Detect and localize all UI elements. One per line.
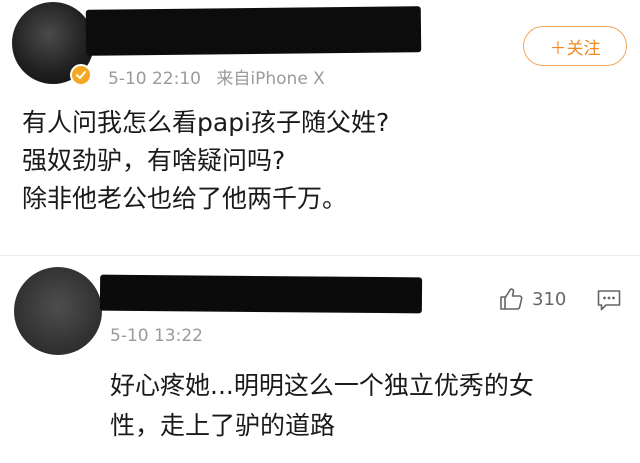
like-button[interactable]: 310 <box>498 286 566 312</box>
verified-check-icon <box>76 71 86 79</box>
commenter-avatar[interactable] <box>14 267 102 355</box>
post-body: 有人问我怎么看papi孩子随父姓? 强奴劲驴，有啥疑问吗? 除非他老公也给了他两… <box>22 104 389 218</box>
post-line: 除非他老公也给了他两千万。 <box>22 184 348 213</box>
follow-button[interactable]: ＋关注 <box>523 26 627 66</box>
comment-line: 性，走上了驴的道路 <box>110 411 336 440</box>
comment-timestamp: 5-10 13:22 <box>110 326 203 346</box>
divider <box>0 255 640 256</box>
comment-icon[interactable] <box>596 288 622 312</box>
post-line: 有人问我怎么看papi孩子随父姓? <box>22 108 390 137</box>
verified-badge-icon <box>70 64 92 86</box>
redacted-commenter-name <box>99 274 423 314</box>
post-timestamp: 5-10 22:10 <box>108 69 201 89</box>
post-source: 来自iPhone X <box>216 69 325 89</box>
post-meta: 5-10 22:10 来自iPhone X <box>108 64 325 89</box>
comment-body: 好心疼她...明明这么一个独立优秀的女 性，走上了驴的道路 <box>110 366 610 446</box>
redacted-username <box>85 6 422 56</box>
thumbs-up-icon <box>500 288 523 310</box>
comment-line: 好心疼她...明明这么一个独立优秀的女 <box>110 371 534 400</box>
like-count: 310 <box>532 288 567 310</box>
post-line: 强奴劲驴，有啥疑问吗? <box>22 146 286 175</box>
